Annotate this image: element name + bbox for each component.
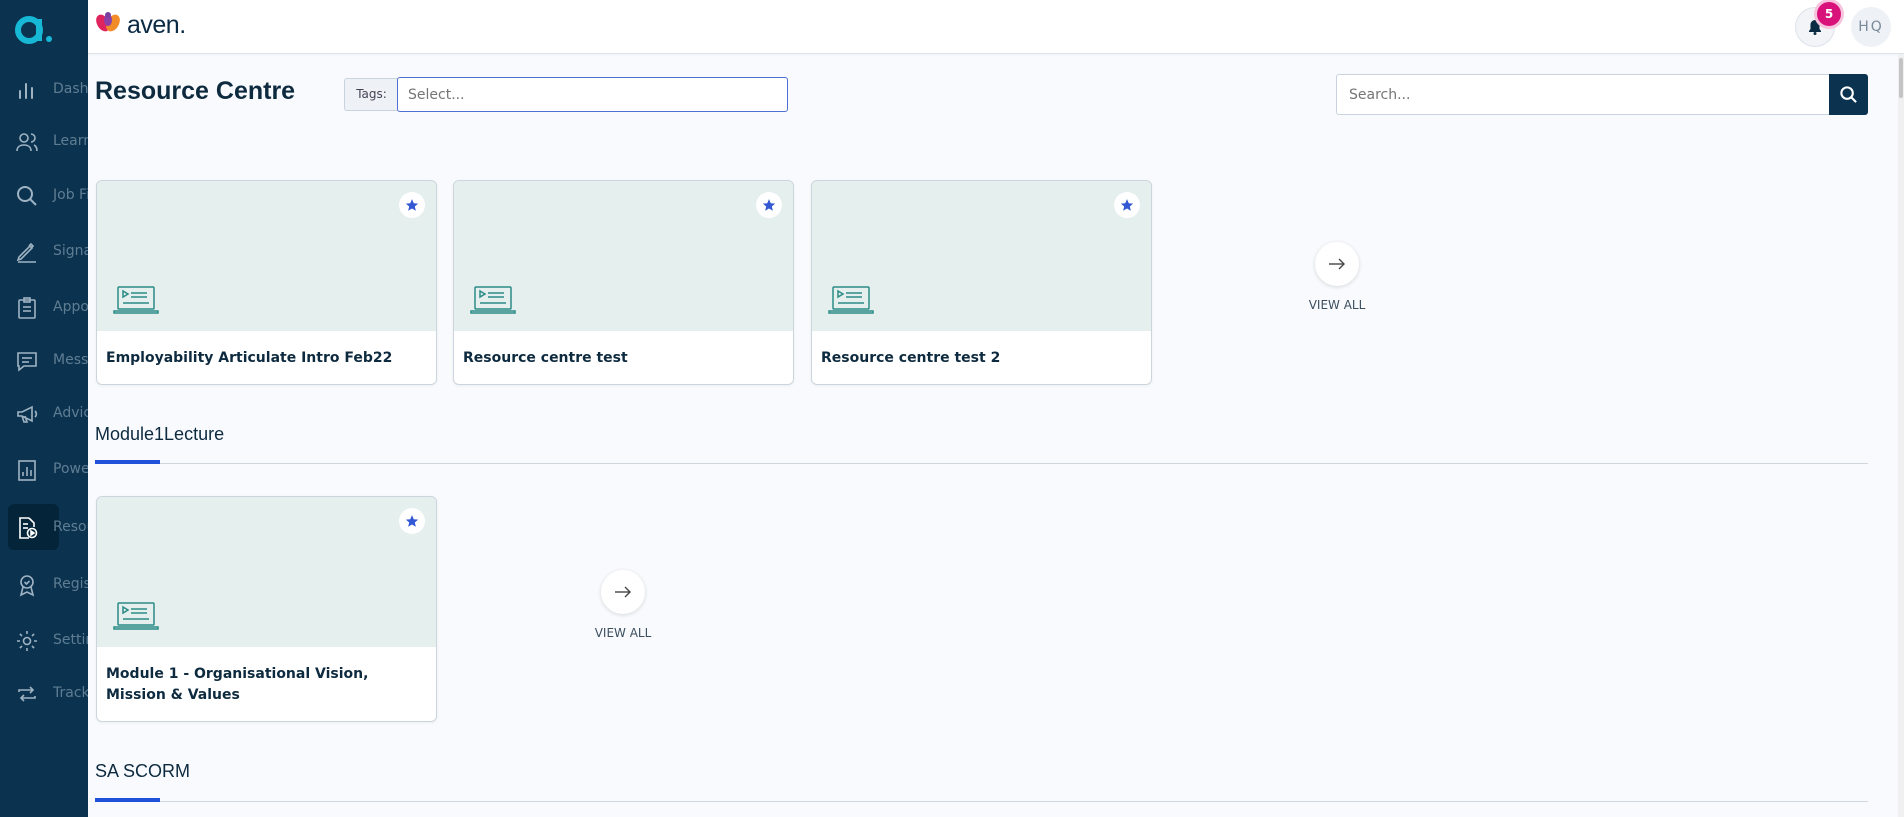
user-avatar[interactable]: HQ	[1851, 7, 1891, 47]
brand-logo[interactable]: aven.	[94, 10, 186, 40]
topbar: aven. 5 HQ	[88, 0, 1904, 54]
view-all-circle	[1315, 242, 1359, 286]
laptop-video-icon	[828, 285, 874, 321]
sidebar-item-label: Learners	[53, 133, 88, 149]
sidebar-item-label: Advice	[53, 405, 88, 421]
arrow-right-icon	[1329, 258, 1345, 270]
page-title: Resource Centre	[95, 77, 296, 105]
sidebar-item-label: Appointments	[53, 299, 88, 315]
page-scrollbar[interactable]	[1898, 54, 1904, 817]
star-icon	[405, 515, 419, 527]
scrollbar-thumb[interactable]	[1899, 58, 1903, 98]
gear-icon	[15, 629, 39, 653]
sidebar-item-settings[interactable]: Settings	[0, 617, 88, 663]
report-icon	[15, 458, 39, 482]
sidebar: Dashboard Learners Job Finder Signature …	[0, 0, 88, 817]
resource-card[interactable]: Employability Articulate Intro Feb22	[96, 180, 437, 385]
favourite-button[interactable]	[399, 192, 425, 218]
sidebar-item-dashboard[interactable]: Dashboard	[0, 66, 88, 112]
pen-icon	[15, 240, 39, 264]
resource-icon	[15, 516, 39, 540]
search-button[interactable]	[1829, 74, 1868, 115]
card-title: Module 1 - Organisational Vision, Missio…	[106, 666, 369, 703]
sidebar-item-power-bi[interactable]: Power BI	[0, 446, 88, 492]
app-logo-icon[interactable]	[12, 12, 52, 48]
section-title[interactable]: SA SCORM	[95, 761, 190, 782]
chat-icon	[15, 349, 39, 373]
brand-text: aven.	[127, 10, 186, 39]
badge-icon	[15, 573, 39, 597]
sidebar-item-messages[interactable]: Messages	[0, 337, 88, 383]
sidebar-item-signature[interactable]: Signature	[0, 228, 88, 274]
laptop-video-icon	[113, 285, 159, 321]
notification-count-badge: 5	[1817, 2, 1841, 26]
sidebar-item-label: Signature	[53, 243, 88, 259]
card-title: Employability Articulate Intro Feb22	[106, 350, 393, 366]
view-all-label: VIEW ALL	[1308, 298, 1366, 312]
sidebar-item-tracking[interactable]: Tracking	[0, 670, 88, 716]
sidebar-item-label: Power BI	[53, 461, 88, 477]
view-all-label: VIEW ALL	[594, 626, 652, 640]
sidebar-item-label: Registrations	[53, 576, 88, 592]
section-divider	[95, 463, 1868, 464]
sidebar-item-registrations[interactable]: Registrations	[0, 561, 88, 607]
resource-card[interactable]: Resource centre test 2	[811, 180, 1152, 385]
sidebar-item-label: Resources	[53, 519, 88, 535]
card-title: Resource centre test	[463, 350, 628, 366]
tags-label: Tags:	[344, 78, 398, 111]
sidebar-item-label: Tracking	[53, 685, 88, 701]
view-all-circle	[601, 570, 645, 614]
section-active-underline	[95, 460, 160, 464]
favourite-button[interactable]	[399, 508, 425, 534]
view-all-button[interactable]: VIEW ALL	[583, 570, 663, 640]
search-icon	[1840, 86, 1857, 103]
megaphone-icon	[15, 402, 39, 426]
star-icon	[405, 199, 419, 211]
star-icon	[1120, 199, 1134, 211]
sidebar-item-label: Settings	[53, 632, 88, 648]
tags-select-input[interactable]	[397, 77, 788, 112]
favourite-button[interactable]	[756, 192, 782, 218]
resource-card[interactable]: Module 1 - Organisational Vision, Missio…	[96, 496, 437, 722]
laptop-video-icon	[470, 285, 516, 321]
sidebar-item-appointments[interactable]: Appointments	[0, 284, 88, 330]
aven-flower-icon	[96, 12, 120, 32]
section-divider	[95, 801, 1868, 802]
sidebar-item-job-finder[interactable]: Job Finder	[0, 172, 88, 218]
sidebar-item-label: Messages	[53, 352, 88, 368]
search-icon	[15, 184, 39, 208]
sidebar-item-advice[interactable]: Advice	[0, 390, 88, 436]
sidebar-item-label: Job Finder	[53, 187, 88, 203]
sidebar-item-resources[interactable]: Resources	[0, 504, 88, 550]
repeat-icon	[15, 682, 39, 706]
section-title[interactable]: Module1Lecture	[95, 424, 224, 445]
view-all-button[interactable]: VIEW ALL	[1297, 242, 1377, 312]
search-input[interactable]	[1336, 74, 1830, 115]
favourite-button[interactable]	[1114, 192, 1140, 218]
clipboard-icon	[15, 296, 39, 320]
resource-card[interactable]: Resource centre test	[453, 180, 794, 385]
arrow-right-icon	[615, 586, 631, 598]
laptop-video-icon	[113, 601, 159, 637]
star-icon	[762, 199, 776, 211]
sidebar-item-learners[interactable]: Learners	[0, 118, 88, 164]
card-title: Resource centre test 2	[821, 350, 1001, 366]
sidebar-item-label: Dashboard	[53, 81, 88, 97]
users-icon	[15, 130, 39, 154]
bar-chart-icon	[15, 78, 39, 102]
section-active-underline	[95, 798, 160, 802]
